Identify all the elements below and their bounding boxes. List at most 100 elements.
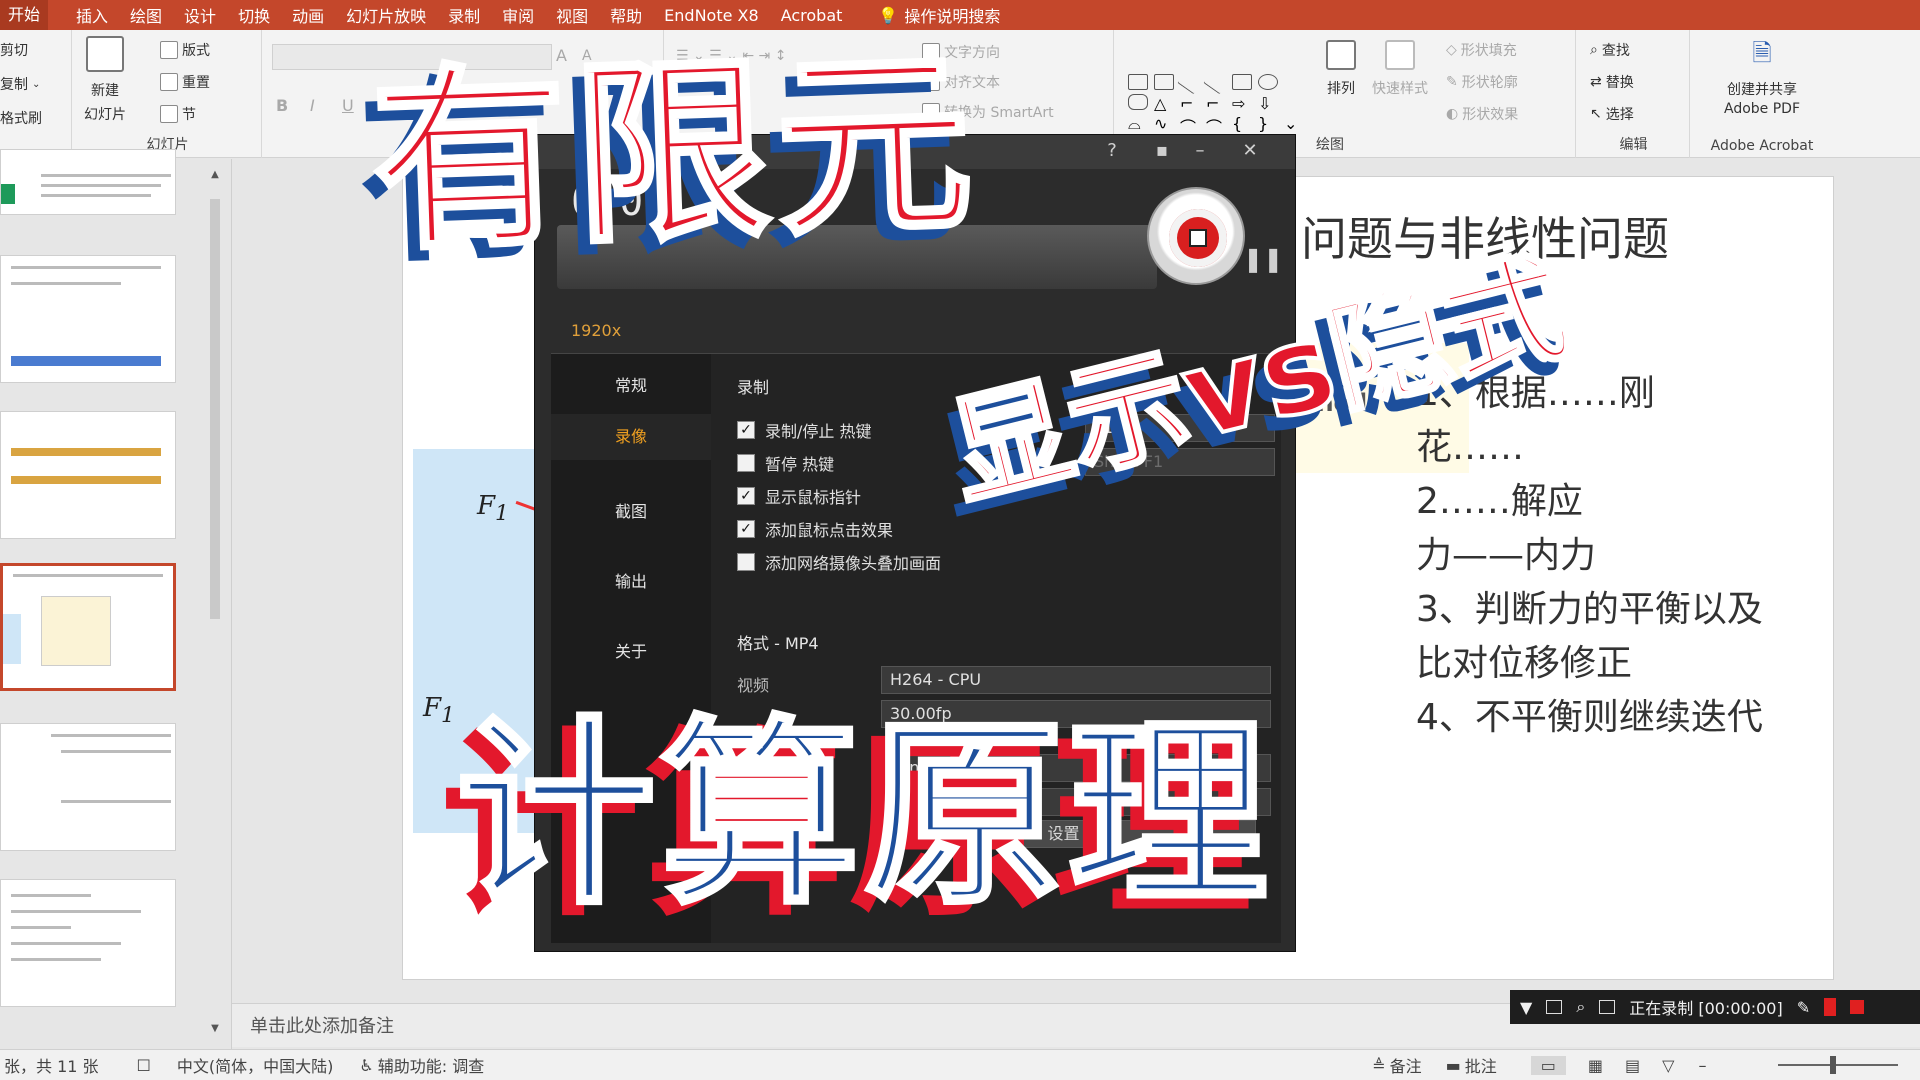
oval-shape-icon[interactable] bbox=[1258, 74, 1278, 90]
scroll-up-icon[interactable]: ▲ bbox=[208, 169, 222, 180]
checkbox-checked[interactable]: ✓ bbox=[737, 421, 755, 439]
tab-insert[interactable]: 插入 bbox=[76, 3, 130, 27]
format-painter-button[interactable]: 格式刷 bbox=[0, 108, 42, 128]
tab-draw[interactable]: 绘图 bbox=[130, 3, 184, 27]
tab-record[interactable]: 录制 bbox=[448, 3, 502, 27]
screen-icon[interactable] bbox=[1599, 1000, 1616, 1014]
shape-effects-button[interactable]: ◐ 形状效果 bbox=[1446, 104, 1518, 124]
arrange-button[interactable]: 排列 bbox=[1326, 40, 1356, 98]
scrollbar-thumb[interactable] bbox=[210, 199, 220, 619]
tab-animations[interactable]: 动画 bbox=[292, 3, 346, 27]
copy-button[interactable]: 复制 ⌄ bbox=[0, 74, 40, 94]
stop-recording-icon[interactable] bbox=[1850, 1000, 1865, 1014]
tab-home[interactable]: 开始 bbox=[0, 0, 49, 30]
shapes-expand-icon[interactable]: ⌄ bbox=[1284, 114, 1304, 133]
settings-nav-video[interactable]: 录像 bbox=[551, 414, 711, 460]
normal-view-icon[interactable]: ▭ bbox=[1530, 1055, 1566, 1075]
menu-icon[interactable]: ▪ bbox=[1147, 139, 1177, 163]
tab-slideshow[interactable]: 幻灯片放映 bbox=[346, 3, 448, 27]
tell-me-search[interactable]: 💡 操作说明搜索 bbox=[878, 3, 1000, 27]
underline-button[interactable]: U bbox=[342, 96, 354, 115]
find-button[interactable]: ⌕ 查找 bbox=[1590, 40, 1630, 60]
scroll-down-icon[interactable]: ▼ bbox=[208, 1023, 222, 1034]
more-shapes-icon[interactable] bbox=[1284, 74, 1304, 90]
line-shape-icon[interactable] bbox=[1177, 69, 1203, 95]
slide-thumbnail[interactable] bbox=[0, 149, 176, 215]
minimize-icon[interactable]: – bbox=[1185, 139, 1215, 163]
shape-outline-button[interactable]: ✎ 形状轮廓 bbox=[1446, 72, 1518, 92]
zoom-icon[interactable]: ⌕ bbox=[1576, 997, 1585, 1017]
left-brace-shape-icon[interactable]: { bbox=[1232, 114, 1252, 133]
slideshow-view-icon[interactable]: ▽ bbox=[1662, 1056, 1674, 1075]
reset-button[interactable]: 重置 bbox=[160, 72, 210, 92]
slide-sorter-icon[interactable]: ▦ bbox=[1588, 1056, 1603, 1075]
checkbox-pause-hotkey[interactable]: 暂停 热键 bbox=[737, 451, 834, 475]
help-icon[interactable]: ? bbox=[1097, 139, 1127, 163]
settings-nav-screenshot[interactable]: 截图 bbox=[551, 498, 711, 522]
tab-view[interactable]: 视图 bbox=[556, 3, 610, 27]
select-button[interactable]: ↖ 选择 bbox=[1590, 104, 1634, 124]
section-button[interactable]: 节 bbox=[160, 104, 196, 124]
elbow-connector-shape-icon[interactable]: ⌐ bbox=[1180, 94, 1200, 113]
freeform-shape-icon[interactable]: ⌓ bbox=[1128, 114, 1148, 133]
connector-shape-icon[interactable]: ⌐ bbox=[1206, 94, 1226, 113]
settings-nav-general[interactable]: 常规 bbox=[551, 372, 711, 396]
tab-acrobat[interactable]: Acrobat bbox=[781, 6, 865, 25]
dropdown-icon[interactable]: ▼ bbox=[1520, 998, 1532, 1017]
tab-help[interactable]: 帮助 bbox=[610, 3, 664, 27]
checkbox-checked[interactable]: ✓ bbox=[737, 487, 755, 505]
slide-thumbnail-selected[interactable] bbox=[0, 563, 176, 691]
curve-shape-icon[interactable]: ⌒ bbox=[1180, 114, 1200, 137]
window-icon[interactable] bbox=[1546, 1000, 1563, 1014]
replace-button[interactable]: ⇄ 替换 bbox=[1590, 72, 1634, 92]
language-indicator[interactable]: 中文(简体，中国大陆) bbox=[177, 1053, 334, 1077]
notes-toggle[interactable]: 备注 bbox=[1390, 1053, 1422, 1077]
arrow-line-shape-icon[interactable] bbox=[1203, 69, 1229, 95]
slide-thumbnail[interactable] bbox=[0, 879, 176, 1007]
italic-button[interactable]: I bbox=[310, 96, 315, 115]
reading-view-icon[interactable]: ▤ bbox=[1625, 1056, 1640, 1075]
record-stop-button[interactable] bbox=[1147, 187, 1245, 285]
down-arrow-shape-icon[interactable]: ⇩ bbox=[1258, 94, 1278, 113]
quick-styles-button[interactable]: 快速样式 bbox=[1372, 40, 1428, 98]
comments-toggle[interactable]: 批注 bbox=[1465, 1053, 1497, 1077]
rectangle-shape-icon[interactable] bbox=[1232, 74, 1252, 90]
slide-thumbnail[interactable] bbox=[0, 411, 176, 539]
textbox-shape-icon[interactable] bbox=[1128, 74, 1148, 90]
recording-control-bar[interactable]: ▼ ⌕ 正在录制 [00:00:00] ✎ bbox=[1510, 990, 1920, 1024]
zoom-slider[interactable] bbox=[1778, 1056, 1898, 1074]
arc-shape-icon[interactable]: ⌒ bbox=[1206, 114, 1226, 137]
create-share-pdf-button[interactable]: 🗎 创建并共享 Adobe PDF bbox=[1692, 36, 1832, 117]
comments-icon[interactable]: ▬ bbox=[1446, 1056, 1461, 1075]
textbox-vertical-shape-icon[interactable] bbox=[1154, 74, 1174, 90]
close-icon[interactable]: ✕ bbox=[1235, 139, 1265, 163]
pause-recording-icon[interactable] bbox=[1824, 998, 1837, 1016]
video-codec-dropdown[interactable]: H264 - CPU bbox=[881, 666, 1271, 694]
layout-button[interactable]: 版式 bbox=[160, 40, 210, 60]
checkbox-unchecked[interactable] bbox=[737, 553, 755, 571]
spellcheck-icon[interactable]: ☐ bbox=[137, 1056, 151, 1075]
shape-fill-button[interactable]: ◇ 形状填充 bbox=[1446, 40, 1517, 60]
thumbnail-scrollbar[interactable]: ▲ ▼ bbox=[208, 169, 222, 1039]
slide-thumbnail[interactable] bbox=[0, 255, 176, 383]
tab-review[interactable]: 审阅 bbox=[502, 3, 556, 27]
checkbox-record-hotkey[interactable]: ✓ 录制/停止 热键 bbox=[737, 418, 871, 442]
pause-icon[interactable]: ❚❚ bbox=[1243, 245, 1283, 273]
pen-icon[interactable]: ✎ bbox=[1797, 998, 1810, 1017]
checkbox-checked[interactable]: ✓ bbox=[737, 520, 755, 538]
checkbox-show-cursor[interactable]: ✓ 显示鼠标指针 bbox=[737, 484, 861, 508]
tab-transitions[interactable]: 切换 bbox=[238, 3, 292, 27]
tab-design[interactable]: 设计 bbox=[184, 3, 238, 27]
settings-nav-output[interactable]: 输出 bbox=[551, 568, 711, 592]
bold-button[interactable]: B bbox=[276, 96, 288, 115]
scribble-shape-icon[interactable]: ∿ bbox=[1154, 114, 1174, 133]
checkbox-webcam-overlay[interactable]: 添加网络摄像头叠加画面 bbox=[737, 550, 941, 574]
zoom-out-icon[interactable]: – bbox=[1698, 1056, 1706, 1075]
more-shapes-2-icon[interactable] bbox=[1284, 94, 1304, 110]
notes-toggle-icon[interactable]: ≜ bbox=[1372, 1056, 1385, 1075]
tab-endnote[interactable]: EndNote X8 bbox=[664, 6, 781, 25]
checkbox-click-effect[interactable]: ✓ 添加鼠标点击效果 bbox=[737, 517, 893, 541]
rounded-rect-shape-icon[interactable] bbox=[1128, 94, 1148, 110]
slide-thumbnail[interactable] bbox=[0, 723, 176, 851]
checkbox-unchecked[interactable] bbox=[737, 454, 755, 472]
